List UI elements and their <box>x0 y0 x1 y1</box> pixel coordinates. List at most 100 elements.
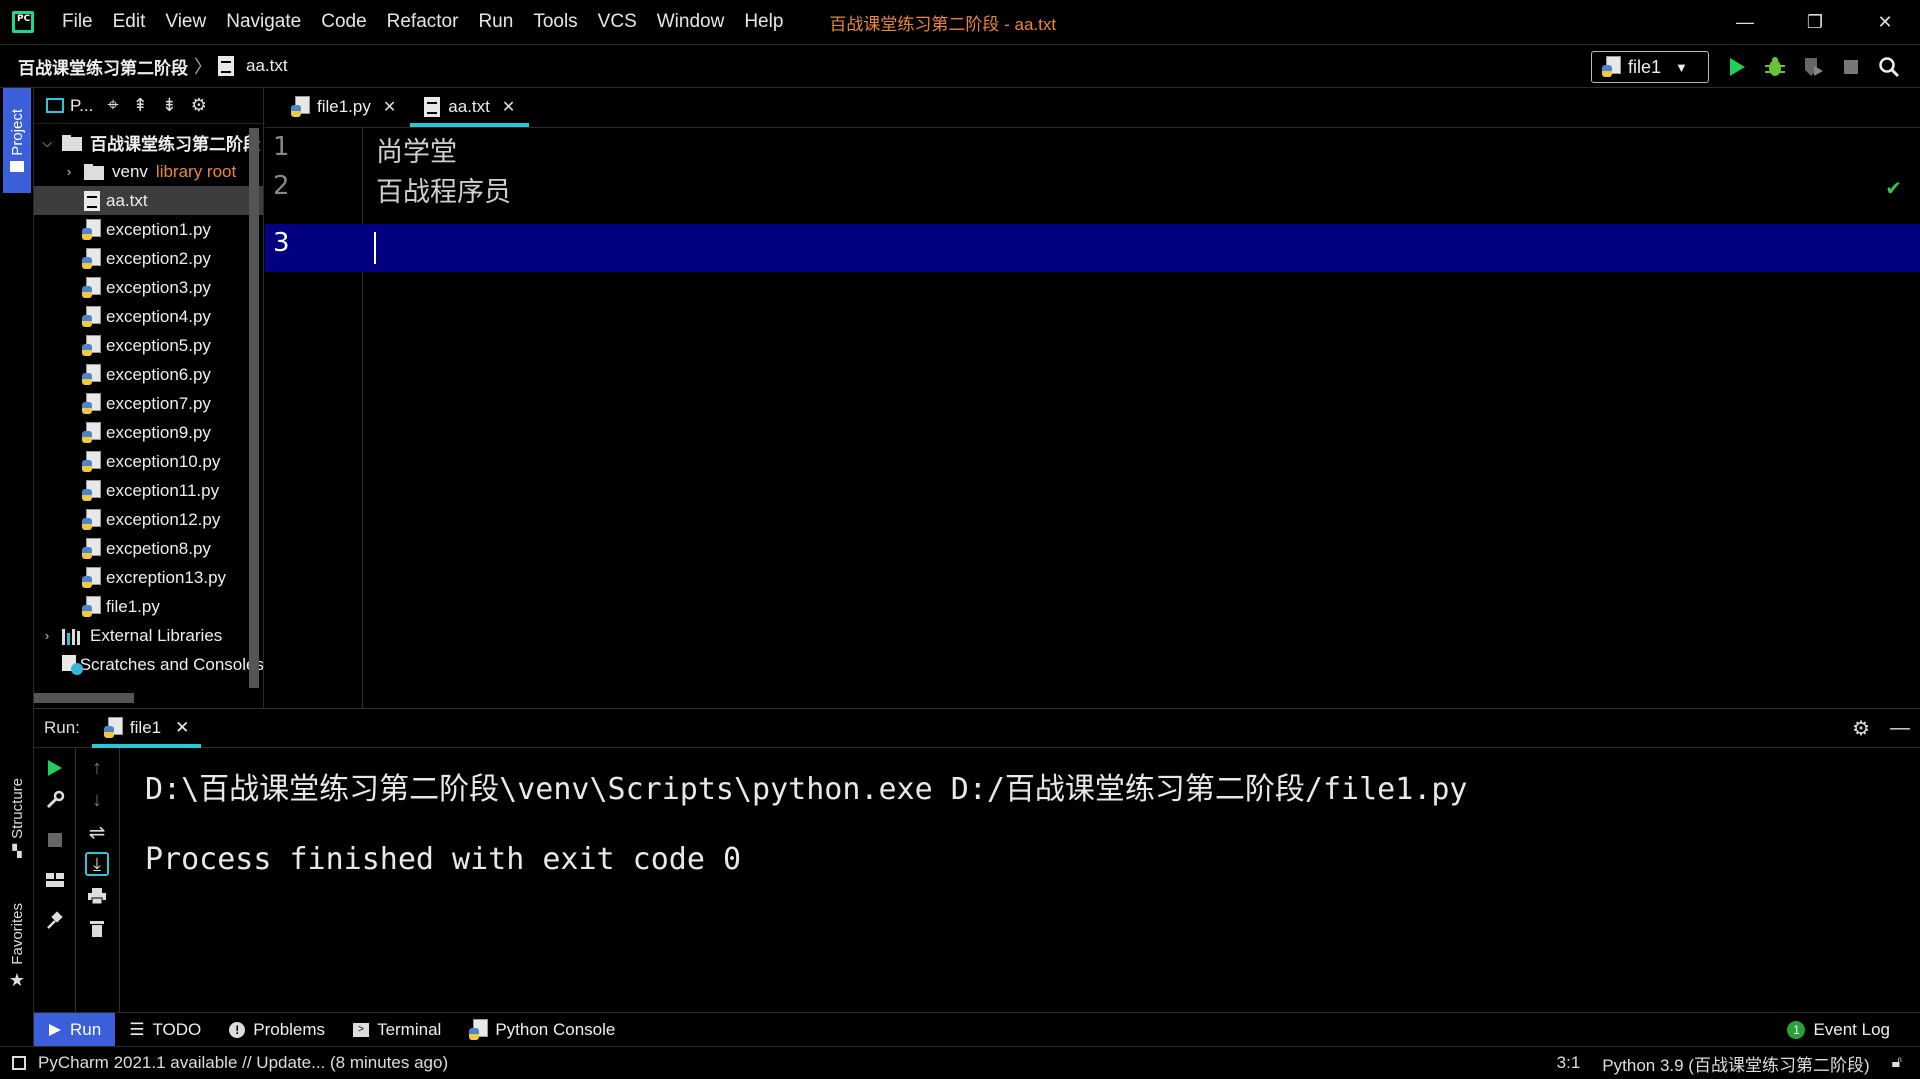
close-button[interactable]: ✕ <box>1850 0 1920 44</box>
menu-file[interactable]: File <box>52 11 103 33</box>
tree-item-file[interactable]: exception3.py <box>34 273 263 302</box>
console-line: Process finished with exit code 0 <box>145 842 742 877</box>
tree-item-label: file1.py <box>106 596 160 616</box>
clear-all-button[interactable] <box>85 916 109 940</box>
toggle-tool-windows-icon[interactable] <box>12 1056 26 1070</box>
tree-item-file[interactable]: exception11.py <box>34 476 263 505</box>
locate-icon[interactable]: ⌖ <box>107 94 118 117</box>
tree-item-file[interactable]: file1.py <box>34 592 263 621</box>
run-configuration-label: file1 <box>1628 56 1662 77</box>
caret-position[interactable]: 3:1 <box>1557 1053 1581 1073</box>
gear-icon[interactable]: ⚙ <box>1852 716 1870 741</box>
tree-item-scratches[interactable]: Scratches and Consoles <box>34 650 263 679</box>
layout-button[interactable] <box>43 868 67 892</box>
tree-item-file[interactable]: exception6.py <box>34 360 263 389</box>
stop-button[interactable] <box>43 828 67 852</box>
python-console-tool-button[interactable]: Python Console <box>455 1013 629 1047</box>
tree-item-file[interactable]: exception5.py <box>34 331 263 360</box>
tree-item-file[interactable]: exception10.py <box>34 447 263 476</box>
menu-run[interactable]: Run <box>468 11 523 33</box>
close-icon[interactable]: ✕ <box>383 97 396 117</box>
restore-button[interactable]: ❐ <box>1780 0 1850 44</box>
gear-icon[interactable]: ⚙ <box>191 95 207 116</box>
tree-item-external-libraries[interactable]: › External Libraries <box>34 621 263 650</box>
problems-tool-button[interactable]: ! Problems <box>215 1013 339 1047</box>
menu-view[interactable]: View <box>155 11 216 33</box>
project-tool-tab[interactable]: Project <box>3 88 31 193</box>
chevron-right-icon[interactable]: › <box>40 628 54 643</box>
project-view-select[interactable]: P... <box>70 96 93 116</box>
vertical-scrollbar[interactable] <box>249 128 259 688</box>
scroll-down-button[interactable]: ↓ <box>85 788 109 812</box>
collapse-all-icon[interactable]: ⇞ <box>133 95 148 116</box>
close-icon[interactable]: ✕ <box>175 718 189 738</box>
chevron-right-icon[interactable]: › <box>62 164 76 179</box>
tree-item-venv[interactable]: › venv library root <box>34 157 263 186</box>
status-message[interactable]: PyCharm 2021.1 available // Update... (8… <box>38 1053 448 1073</box>
menu-code[interactable]: Code <box>311 11 376 33</box>
menu-edit[interactable]: Edit <box>103 11 156 33</box>
tree-item-file[interactable]: exception12.py <box>34 505 263 534</box>
menu-vcs[interactable]: VCS <box>588 11 647 33</box>
python-interpreter[interactable]: Python 3.9 (百战课堂练习第二阶段) <box>1602 1051 1869 1076</box>
tree-item-label: exception5.py <box>106 335 211 355</box>
breadcrumb-project[interactable]: 百战课堂练习第二阶段 <box>0 54 188 79</box>
problems-tool-label: Problems <box>253 1019 326 1039</box>
stop-button[interactable] <box>1839 55 1863 79</box>
todo-tool-button[interactable]: ☰ TODO <box>115 1013 215 1047</box>
edit-configuration-button[interactable] <box>43 788 67 812</box>
horizontal-scrollbar[interactable] <box>34 693 134 703</box>
run-tab-file1[interactable]: file1 ✕ <box>91 708 202 748</box>
tree-item-project-root[interactable]: ⌵ 百战课堂练习第二阶段 <box>34 128 263 157</box>
minimize-button[interactable]: — <box>1710 0 1780 44</box>
favorites-tool-tab[interactable]: Favorites ★ <box>3 894 31 1000</box>
chevron-down-icon[interactable]: ⌵ <box>40 135 54 151</box>
editor: file1.py ✕ aa.txt ✕ 1 2 3 尚学堂 百战程序员 ✔ <box>265 88 1920 708</box>
pin-tab-button[interactable] <box>43 908 67 932</box>
search-button[interactable] <box>1877 55 1901 79</box>
scroll-up-button[interactable]: ↑ <box>85 756 109 780</box>
code-area[interactable]: 尚学堂 百战程序员 ✔ <box>265 128 1920 708</box>
tree-item-file[interactable]: exception1.py <box>34 215 263 244</box>
menu-refactor[interactable]: Refactor <box>377 11 469 33</box>
soft-wrap-button[interactable]: ⇌ <box>85 820 109 844</box>
text-caret <box>374 232 376 264</box>
scroll-to-end-button[interactable]: ⤓ <box>85 852 109 876</box>
breadcrumb-file[interactable]: aa.txt <box>218 56 288 76</box>
tree-item-file[interactable]: excreption13.py <box>34 563 263 592</box>
menu-window[interactable]: Window <box>647 11 735 33</box>
tree-item-label: exception10.py <box>106 451 221 471</box>
tree-item-label: exception1.py <box>106 219 211 239</box>
title-bar: PC File Edit View Navigate Code Refactor… <box>0 0 1920 44</box>
tree-item-file[interactable]: exception4.py <box>34 302 263 331</box>
run-configuration-select[interactable]: file1 ▼ <box>1591 51 1709 83</box>
tree-item-aa-txt[interactable]: aa.txt <box>34 186 263 215</box>
rerun-button[interactable] <box>43 756 67 780</box>
tree-item-label: exception2.py <box>106 248 211 268</box>
menu-tools[interactable]: Tools <box>523 11 587 33</box>
minimize-panel-icon[interactable]: — <box>1890 717 1910 740</box>
tree-item-file[interactable]: exception9.py <box>34 418 263 447</box>
print-button[interactable] <box>85 884 109 908</box>
structure-tool-tab[interactable]: Structure ▚ <box>3 768 31 868</box>
lock-icon[interactable]: 🔓︎ <box>1892 1054 1902 1072</box>
menu-help[interactable]: Help <box>734 11 793 33</box>
run-tool-button[interactable]: Run <box>34 1012 116 1047</box>
run-button[interactable] <box>1725 55 1749 79</box>
tab-file1-py[interactable]: file1.py ✕ <box>277 87 410 127</box>
tab-aa-txt[interactable]: aa.txt ✕ <box>410 87 530 127</box>
status-right: 3:1 Python 3.9 (百战课堂练习第二阶段) 🔓︎ <box>1557 1051 1902 1076</box>
terminal-tool-button[interactable]: > Terminal <box>339 1013 455 1047</box>
expand-all-icon[interactable]: ⇟ <box>162 95 177 116</box>
coverage-button[interactable] <box>1801 55 1825 79</box>
debug-button[interactable] <box>1763 55 1787 79</box>
current-line-highlight <box>265 224 1920 272</box>
event-log-button[interactable]: 1 Event Log <box>1787 1020 1890 1040</box>
menu-navigate[interactable]: Navigate <box>216 11 311 33</box>
tree-item-file[interactable]: exception7.py <box>34 389 263 418</box>
close-icon[interactable]: ✕ <box>502 97 515 117</box>
tree-item-file[interactable]: exception2.py <box>34 244 263 273</box>
bug-icon <box>1765 57 1785 76</box>
tree-item-file[interactable]: excpetion8.py <box>34 534 263 563</box>
console-output[interactable]: D:\百战课堂练习第二阶段\venv\Scripts\python.exe D:… <box>120 748 1920 1012</box>
